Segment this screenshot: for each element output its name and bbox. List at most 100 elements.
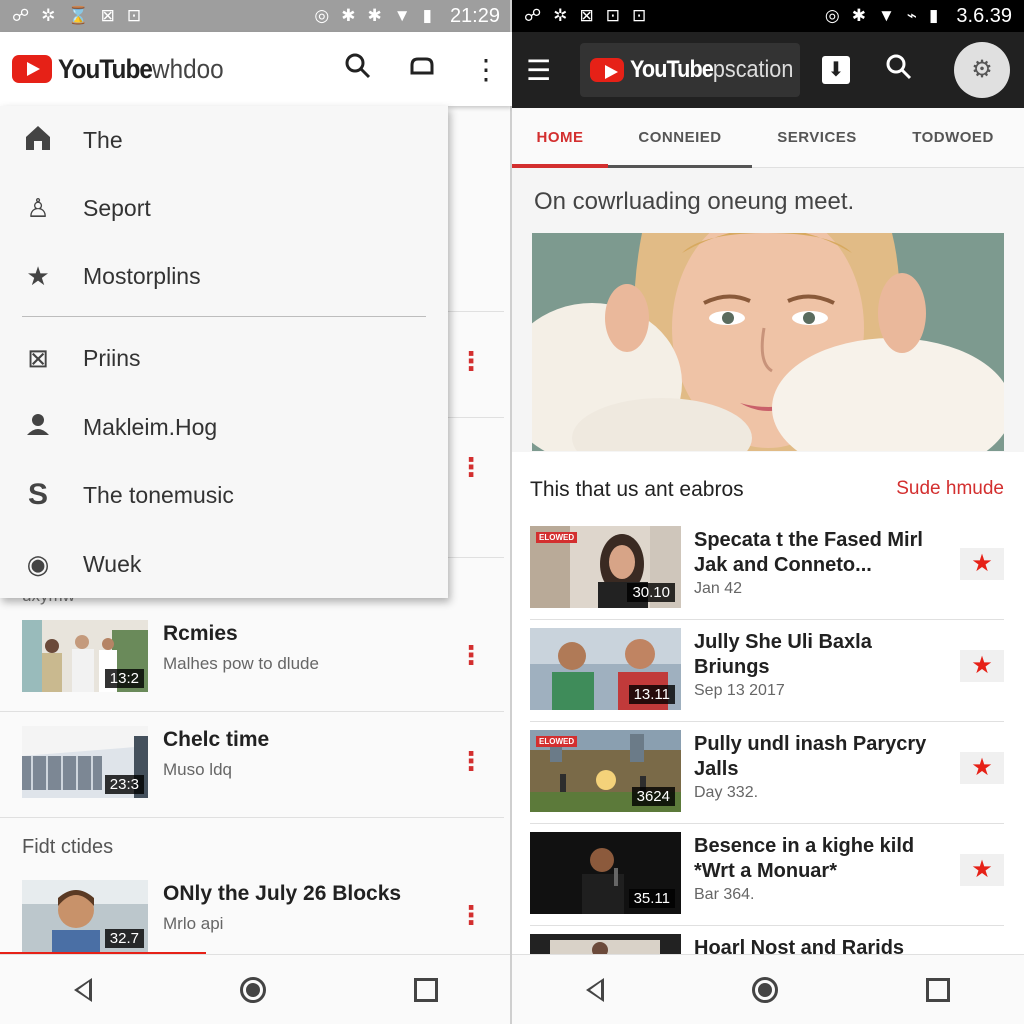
drawer-item-label: Seport xyxy=(83,194,151,221)
video-thumbnail[interactable]: 13.11 xyxy=(530,628,681,710)
video-date: Bar 364. xyxy=(694,886,755,903)
signal-icon: ▼ xyxy=(877,6,895,25)
back-icon[interactable] xyxy=(74,977,92,1002)
menu-icon[interactable]: ☰ xyxy=(526,54,556,87)
clock: 3.6.39 xyxy=(956,4,1012,27)
notification-icon: ⊠ xyxy=(100,6,115,25)
video-row[interactable]: 35.11 Besence in a kighe kild *Wrt a Mon… xyxy=(530,824,1004,926)
video-row[interactable]: 23:3 Chelc time Muso ldq ⋮ xyxy=(0,712,504,818)
notification-icon: ⊠ xyxy=(579,6,594,25)
sync-icon: ◎ xyxy=(314,6,330,25)
video-date: Day 332. xyxy=(694,784,759,801)
youtube-logo-icon xyxy=(590,58,624,82)
notification-icon: ✲ xyxy=(41,6,56,25)
video-title[interactable]: Jully She Uli Baxla Briungs xyxy=(694,630,934,680)
tab-home[interactable]: HOME xyxy=(512,108,608,168)
drawer-item-prints[interactable]: ⊠ Priins xyxy=(0,324,448,392)
video-row[interactable]: 13:2 Rcmies Malhes pow to dlude ⋮ xyxy=(0,606,504,712)
recents-icon[interactable] xyxy=(414,977,438,1002)
video-row[interactable]: ELOWED 30.10 Specata t the Fased Mirl Ja… xyxy=(530,518,1004,620)
drawer-item-account[interactable]: Makleim.Hog xyxy=(0,393,448,461)
tab-connected[interactable]: CONNEIED xyxy=(608,108,752,168)
video-duration: 32.7 xyxy=(104,929,144,948)
person-icon xyxy=(21,411,55,444)
status-bar: ☍ ✲ ⌛ ⊠ ⊡ ◎ ✱ ✱ ▼ ▮ 21:29 xyxy=(0,0,512,32)
star-icon[interactable]: ★ xyxy=(960,854,1004,886)
video-row[interactable]: 13.11 Jully She Uli Baxla Briungs Sep 13… xyxy=(530,620,1004,722)
hero-image[interactable] xyxy=(532,233,1004,451)
drawer-item-label: Priins xyxy=(83,344,141,371)
home-button-icon[interactable] xyxy=(752,976,778,1003)
app-bar-actions: ⋮ xyxy=(344,53,500,86)
star-icon[interactable]: ★ xyxy=(960,752,1004,784)
s-logo-icon: S xyxy=(27,478,48,511)
tab-bar: HOME CONNEIED SERVICES TODWOED xyxy=(512,108,1024,168)
drawer-item-favorites[interactable]: ★ Mostorplins xyxy=(0,242,448,310)
drawer-item-support[interactable]: ♙ Seport xyxy=(0,174,448,242)
video-title[interactable]: Chelc time xyxy=(163,728,269,752)
drawer-item-week[interactable]: ◉ Wuek xyxy=(0,530,448,598)
video-subtitle: Mrlo api xyxy=(163,914,224,933)
item-menu-icon[interactable]: ⋮ xyxy=(458,902,484,928)
system-nav-bar xyxy=(512,954,1024,1024)
video-subtitle: Muso ldq xyxy=(163,760,232,779)
tab-services[interactable]: SERVICES xyxy=(752,108,882,168)
video-subtitle: Malhes pow to dlude xyxy=(163,654,319,673)
video-thumbnail[interactable]: 23:3 xyxy=(22,726,148,798)
video-row[interactable]: ELOWED 3624 Pully undl inash Parycry Jal… xyxy=(530,722,1004,824)
notification-icon: ✲ xyxy=(553,6,568,25)
section-title: This that us ant eabros xyxy=(530,478,744,501)
video-thumbnail[interactable]: ELOWED 3624 xyxy=(530,730,681,812)
notification-icon: ☍ xyxy=(12,6,30,25)
video-title[interactable]: Besence in a kighe kild *Wrt a Monuar* xyxy=(694,834,934,884)
drawer-item-label: The tonemusic xyxy=(83,481,234,508)
video-thumbnail[interactable]: 13:2 xyxy=(22,620,148,692)
app-title: YouTubewhdoo xyxy=(58,54,224,85)
drawer-item-label: Wuek xyxy=(83,550,142,577)
inbox-icon: ⊠ xyxy=(27,342,49,373)
status-bar: ☍ ✲ ⊠ ⊡ ⊡ ◎ ✱ ▼ ⌁ ▮ 3.6.39 xyxy=(512,0,1024,32)
video-title[interactable]: Pully undl inash Parycry Jalls xyxy=(694,732,934,782)
video-thumbnail[interactable]: 35.11 xyxy=(530,832,681,914)
app-bar: YouTubewhdoo ⋮ xyxy=(0,32,512,106)
video-title[interactable]: ONly the July 26 Blocks xyxy=(163,882,401,906)
item-menu-icon[interactable]: ⋮ xyxy=(458,348,484,374)
download-icon[interactable]: ⬇ xyxy=(822,56,850,84)
search-bar[interactable]: YouTubepscation xyxy=(580,43,800,97)
star-icon[interactable]: ★ xyxy=(960,548,1004,580)
item-menu-icon[interactable]: ⋮ xyxy=(458,748,484,774)
tab-todwoed[interactable]: TODWOED xyxy=(882,108,1024,168)
recents-icon[interactable] xyxy=(926,977,950,1002)
star-icon[interactable]: ★ xyxy=(960,650,1004,682)
video-thumbnail[interactable]: 32.7 xyxy=(22,880,148,952)
video-title[interactable]: Specata t the Fased Mirl Jak and Conneto… xyxy=(694,528,934,578)
item-menu-icon[interactable]: ⋮ xyxy=(458,454,484,480)
brand-suffix: whdoo xyxy=(152,53,224,84)
notification-icon: ⌛ xyxy=(67,6,89,25)
notification-icon: ⊡ xyxy=(605,6,620,25)
youtube-logo-icon[interactable] xyxy=(12,55,52,83)
back-icon[interactable] xyxy=(586,977,604,1002)
video-title[interactable]: Rcmies xyxy=(163,622,238,646)
drawer-divider xyxy=(22,316,426,317)
drawer-item-home[interactable]: The xyxy=(0,106,448,174)
see-more-link[interactable]: Sude hmude xyxy=(896,478,1004,500)
page-headline: On cowrluading oneung meet. xyxy=(534,188,855,215)
video-thumbnail[interactable]: ELOWED 30.10 xyxy=(530,526,681,608)
wifi-icon: ⌁ xyxy=(906,6,918,25)
notification-icon: ☍ xyxy=(524,6,542,25)
clock: 21:29 xyxy=(449,4,500,27)
home-button-icon[interactable] xyxy=(240,976,266,1003)
avatar[interactable]: ⚙ xyxy=(954,42,1010,98)
support-icon: ♙ xyxy=(26,192,50,223)
item-menu-icon[interactable]: ⋮ xyxy=(458,642,484,668)
drawer-item-music[interactable]: S The tonemusic xyxy=(0,461,448,529)
star-icon: ★ xyxy=(26,260,50,291)
more-icon[interactable]: ⋮ xyxy=(472,53,500,86)
sync-icon: ◎ xyxy=(824,6,840,25)
search-icon[interactable] xyxy=(886,54,912,87)
cast-icon[interactable] xyxy=(408,53,436,86)
right-phone-screen: ☍ ✲ ⊠ ⊡ ⊡ ◎ ✱ ▼ ⌁ ▮ 3.6.39 ☰ YouTubepsca… xyxy=(512,0,1024,1024)
search-icon[interactable] xyxy=(344,53,372,86)
left-phone-screen: ☍ ✲ ⌛ ⊠ ⊡ ◎ ✱ ✱ ▼ ▮ 21:29 YouTubewhdoo ⋮ xyxy=(0,0,512,1024)
